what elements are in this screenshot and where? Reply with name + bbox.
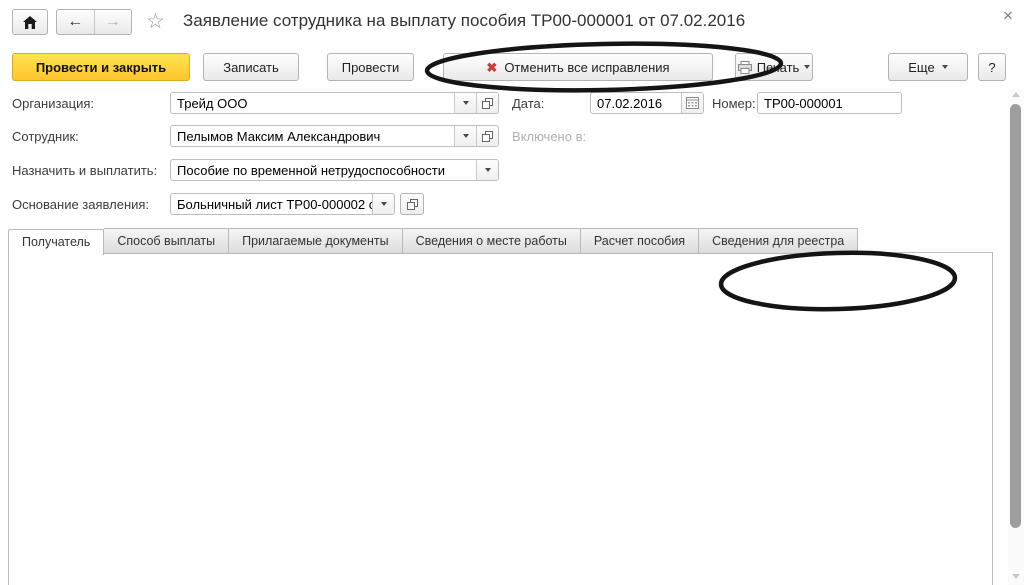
employee-open-button[interactable] bbox=[476, 126, 498, 146]
post-label: Провести bbox=[341, 59, 400, 75]
employee-value: Пелымов Максим Александрович bbox=[177, 128, 381, 144]
date-calendar-button[interactable] bbox=[681, 93, 703, 113]
help-button[interactable]: ? bbox=[978, 53, 1006, 81]
number-label: Номер: bbox=[712, 96, 756, 111]
employee-label: Сотрудник: bbox=[12, 129, 79, 144]
included-in-label: Включено в: bbox=[512, 129, 587, 144]
application-basis-input[interactable]: Больничный лист ТР00-000002 от bbox=[170, 193, 395, 215]
cancel-all-edits-button[interactable]: ✖ Отменить все исправления bbox=[443, 53, 713, 81]
calendar-icon bbox=[686, 97, 699, 109]
red-x-icon: ✖ bbox=[486, 59, 498, 75]
page-title: Заявление сотрудника на выплату пособия … bbox=[183, 11, 746, 30]
chevron-down-icon bbox=[941, 65, 948, 69]
employee-dropdown-button[interactable] bbox=[454, 126, 476, 146]
post-and-close-label: Провести и закрыть bbox=[35, 59, 167, 75]
chevron-down-icon bbox=[462, 101, 469, 105]
scrollbar-thumb[interactable] bbox=[1010, 104, 1021, 528]
print-button[interactable]: Печать bbox=[735, 53, 813, 81]
tab-benefit-calculation[interactable]: Расчет пособия bbox=[580, 228, 700, 254]
recipient-tab-panel bbox=[8, 252, 993, 585]
tab-attached-documents[interactable]: Прилагаемые документы bbox=[229, 228, 403, 254]
home-button[interactable] bbox=[12, 9, 48, 35]
employee-input[interactable]: Пелымов Максим Александрович bbox=[170, 125, 499, 147]
vertical-scrollbar[interactable] bbox=[1008, 88, 1024, 585]
tab-workplace-info[interactable]: Сведения о месте работы bbox=[402, 228, 581, 254]
print-icon bbox=[737, 60, 752, 74]
assign-and-pay-input[interactable]: Пособие по временной нетрудоспособности bbox=[170, 159, 499, 181]
close-icon[interactable]: × bbox=[1003, 6, 1013, 26]
assign-and-pay-dropdown-button[interactable] bbox=[476, 160, 498, 180]
application-window: ← → ☆ Заявление сотрудника на выплату по… bbox=[0, 0, 1025, 585]
chevron-down-icon bbox=[380, 202, 387, 206]
nav-button-group: ← → bbox=[56, 9, 132, 35]
post-button[interactable]: Провести bbox=[327, 53, 414, 81]
chevron-down-icon bbox=[484, 168, 491, 172]
post-and-close-button[interactable]: Провести и закрыть bbox=[12, 53, 190, 81]
save-label: Записать bbox=[223, 59, 279, 75]
application-basis-open-button[interactable] bbox=[400, 193, 424, 215]
date-value: 07.02.2016 bbox=[597, 95, 663, 111]
organization-value: Трейд ООО bbox=[177, 95, 248, 111]
tab-payment-method[interactable]: Способ выплаты bbox=[104, 228, 230, 254]
chevron-down-icon bbox=[462, 134, 469, 138]
organization-open-button[interactable] bbox=[476, 93, 498, 113]
open-icon bbox=[482, 97, 493, 109]
organization-input[interactable]: Трейд ООО bbox=[170, 92, 499, 114]
more-label: Еще bbox=[908, 59, 935, 75]
help-label: ? bbox=[988, 59, 996, 75]
application-basis-dropdown-button[interactable] bbox=[372, 194, 394, 214]
tab-bar: Получатель Способ выплаты Прилагаемые до… bbox=[8, 228, 859, 255]
number-input[interactable]: ТР00-000001 bbox=[757, 92, 902, 114]
assign-and-pay-label: Назначить и выплатить: bbox=[12, 163, 158, 178]
organization-dropdown-button[interactable] bbox=[454, 93, 476, 113]
back-icon[interactable]: ← bbox=[57, 14, 94, 30]
tab-registry-info[interactable]: Сведения для реестра bbox=[699, 228, 859, 254]
application-basis-label: Основание заявления: bbox=[12, 197, 150, 212]
application-basis-value: Больничный лист ТР00-000002 от bbox=[177, 196, 372, 212]
scroll-up-icon[interactable] bbox=[1012, 92, 1020, 97]
home-icon bbox=[23, 15, 37, 29]
more-button[interactable]: Еще bbox=[888, 53, 968, 81]
cancel-all-edits-label: Отменить все исправления bbox=[504, 59, 670, 75]
chevron-down-icon bbox=[804, 65, 811, 69]
open-icon bbox=[482, 130, 493, 142]
date-input[interactable]: 07.02.2016 bbox=[590, 92, 704, 114]
scroll-down-icon[interactable] bbox=[1012, 574, 1020, 579]
print-label: Печать bbox=[756, 59, 800, 75]
tab-recipient[interactable]: Получатель bbox=[8, 229, 105, 255]
number-value: ТР00-000001 bbox=[764, 95, 843, 111]
organization-label: Организация: bbox=[12, 96, 95, 111]
forward-icon[interactable]: → bbox=[95, 14, 132, 30]
open-icon bbox=[406, 198, 418, 210]
favorite-star-icon[interactable]: ☆ bbox=[146, 9, 165, 34]
assign-and-pay-value: Пособие по временной нетрудоспособности bbox=[177, 162, 445, 178]
save-button[interactable]: Записать bbox=[203, 53, 299, 81]
date-label: Дата: bbox=[512, 96, 545, 111]
